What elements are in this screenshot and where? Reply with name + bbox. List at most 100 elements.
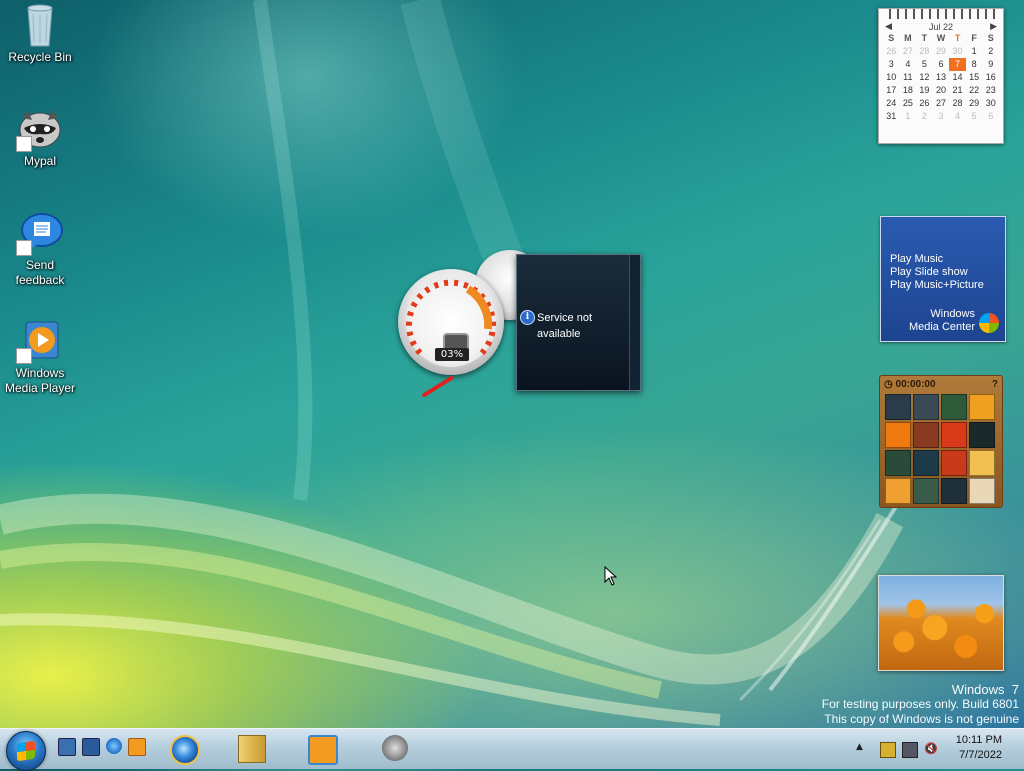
calendar-day[interactable]: 14 [949, 71, 966, 84]
puzzle-tile[interactable] [885, 422, 911, 448]
help-icon[interactable]: ? [992, 379, 998, 390]
calendar-day[interactable]: 9 [982, 58, 999, 71]
calendar-day[interactable]: 29 [933, 45, 950, 58]
media-player-icon [16, 318, 64, 364]
calendar-day[interactable]: 30 [949, 45, 966, 58]
calendar-day[interactable]: 12 [916, 71, 933, 84]
puzzle-tile[interactable] [941, 394, 967, 420]
calendar-day[interactable]: 1 [966, 45, 983, 58]
puzzle-tile[interactable] [941, 450, 967, 476]
calendar-day[interactable]: 1 [900, 110, 917, 123]
calendar-day[interactable]: 29 [966, 97, 983, 110]
taskbar-button-mypal[interactable] [372, 731, 416, 765]
calendar-day[interactable]: 11 [900, 71, 917, 84]
library-icon [238, 735, 266, 763]
play-music-picture-link[interactable]: Play Music+Picture [890, 279, 984, 292]
calendar-day[interactable]: 6 [982, 110, 999, 123]
calendar-weekday: M [904, 33, 912, 43]
calendar-day[interactable]: 2 [916, 110, 933, 123]
prev-month-icon[interactable]: ◀ [885, 21, 892, 32]
clock[interactable]: 10:11 PM 7/7/2022 [956, 733, 1002, 763]
media-center-brand-line2: Media Center [908, 321, 975, 333]
send-feedback-label: Send feedback [15, 258, 65, 287]
calendar-day[interactable]: 28 [916, 45, 933, 58]
calendar-day[interactable]: 3 [883, 58, 900, 71]
calendar-day[interactable]: 22 [966, 84, 983, 97]
calendar-day[interactable]: 24 [883, 97, 900, 110]
mouse-cursor-icon [604, 566, 618, 586]
start-button[interactable] [6, 731, 46, 771]
media-center-gadget[interactable]: Play Music Play Slide show Play Music+Pi… [880, 216, 1006, 342]
internet-explorer-icon[interactable] [106, 738, 122, 754]
puzzle-tile[interactable] [941, 422, 967, 448]
watermark-title: Windows 7 [951, 682, 1019, 697]
calendar-day[interactable]: 7 [949, 58, 966, 71]
play-slideshow-link[interactable]: Play Slide show [890, 266, 984, 279]
puzzle-tile[interactable] [885, 478, 911, 504]
calendar-day[interactable]: 21 [949, 84, 966, 97]
windows-orb-icon [979, 313, 999, 333]
calendar-day[interactable]: 17 [883, 84, 900, 97]
calendar-day[interactable]: 5 [916, 58, 933, 71]
media-player-icon[interactable] [128, 738, 146, 756]
recycle-bin-label: Recycle Bin [8, 50, 72, 64]
puzzle-tile[interactable] [941, 478, 967, 504]
desktop-icon-recycle-bin[interactable]: Recycle Bin [0, 2, 80, 65]
volume-muted-icon[interactable]: 🔇 [924, 742, 938, 756]
calendar-day[interactable]: 27 [933, 97, 950, 110]
calendar-day[interactable]: 2 [982, 45, 999, 58]
desktop-icon-send-feedback[interactable]: Send feedback [0, 210, 80, 288]
calendar-day[interactable]: 19 [916, 84, 933, 97]
calendar-day[interactable]: 4 [949, 110, 966, 123]
show-desktop-icon[interactable] [58, 738, 76, 756]
puzzle-tile[interactable] [913, 478, 939, 504]
next-month-icon[interactable]: ▶ [990, 21, 997, 32]
media-center-links: Play Music Play Slide show Play Music+Pi… [890, 253, 984, 292]
desktop-icon-mypal[interactable]: Mypal [0, 106, 80, 169]
calendar-day[interactable]: 23 [982, 84, 999, 97]
calendar-day[interactable]: 20 [933, 84, 950, 97]
calendar-day[interactable]: 28 [949, 97, 966, 110]
calendar-day[interactable]: 15 [966, 71, 983, 84]
puzzle-tile[interactable] [969, 478, 995, 504]
calendar-day[interactable]: 18 [900, 84, 917, 97]
calendar-day[interactable]: 3 [933, 110, 950, 123]
calendar-day[interactable]: 10 [883, 71, 900, 84]
flyout-message: Service not available [537, 310, 592, 342]
switch-windows-icon[interactable] [82, 738, 100, 756]
taskbar: ▲ 🔇 10:11 PM 7/7/2022 [0, 728, 1024, 771]
action-center-icon[interactable] [880, 742, 896, 758]
calendar-day[interactable]: 27 [900, 45, 917, 58]
puzzle-tile[interactable] [885, 450, 911, 476]
calendar-day[interactable]: 4 [900, 58, 917, 71]
calendar-day[interactable]: 26 [916, 97, 933, 110]
slideshow-gadget[interactable] [878, 575, 1004, 671]
puzzle-tile[interactable] [885, 394, 911, 420]
cpu-meter-gadget[interactable]: 03% i Service not available [395, 250, 645, 398]
puzzle-tile[interactable] [969, 450, 995, 476]
taskbar-button-library[interactable] [228, 731, 272, 765]
puzzle-timer: ◷ 00:00:00 [884, 378, 936, 390]
taskbar-button-internet-explorer[interactable] [160, 731, 204, 765]
show-hidden-icons-icon[interactable]: ▲ [856, 742, 870, 756]
puzzle-tile[interactable] [969, 394, 995, 420]
calendar-day[interactable]: 31 [883, 110, 900, 123]
calendar-day[interactable]: 30 [982, 97, 999, 110]
calendar-day[interactable]: 26 [883, 45, 900, 58]
calendar-day[interactable]: 8 [966, 58, 983, 71]
play-music-link[interactable]: Play Music [890, 253, 984, 266]
calendar-day[interactable]: 16 [982, 71, 999, 84]
desktop-icon-media-player[interactable]: Windows Media Player [0, 318, 80, 396]
picture-puzzle-gadget[interactable]: ◷ 00:00:00 ? [879, 375, 1003, 508]
calendar-day[interactable]: 6 [933, 58, 950, 71]
puzzle-tile[interactable] [913, 394, 939, 420]
calendar-day[interactable]: 13 [933, 71, 950, 84]
puzzle-tile[interactable] [913, 422, 939, 448]
calendar-day[interactable]: 5 [966, 110, 983, 123]
calendar-gadget[interactable]: ◀ Jul 22 ▶ S M T W T F S 26 27 28 29 30 1 2 3 4 5 6 7 8 9 10 1… [878, 8, 1004, 144]
puzzle-tile[interactable] [913, 450, 939, 476]
network-icon[interactable] [902, 742, 918, 758]
taskbar-button-media-player[interactable] [298, 731, 342, 765]
puzzle-tile[interactable] [969, 422, 995, 448]
calendar-day[interactable]: 25 [900, 97, 917, 110]
